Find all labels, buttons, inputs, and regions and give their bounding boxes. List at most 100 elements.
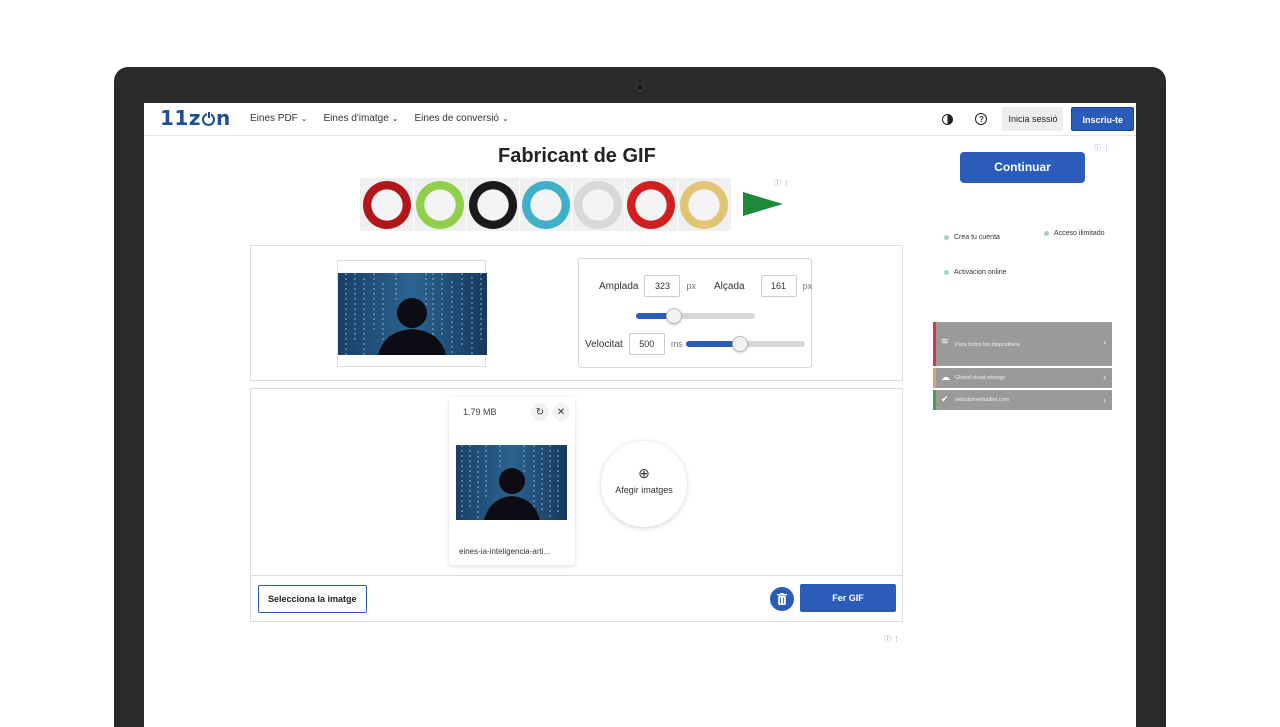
feature-item: Crea tu cuenta: [944, 234, 1000, 241]
height-unit: px: [802, 281, 813, 291]
help-button[interactable]: ?: [968, 106, 994, 132]
header-actions: ? Inicia sessió Inscriu-te: [934, 106, 1134, 132]
plate-disc: [468, 181, 517, 229]
plus-circle-icon: ⊕: [638, 465, 650, 481]
page-title: Fabricant de GIF: [498, 145, 656, 167]
speed-label: Velocitat: [585, 338, 623, 350]
side-ad-row[interactable]: ☁ Global cloud storage ›: [933, 368, 1112, 388]
help-icon: ?: [975, 113, 988, 125]
gif-preview: [337, 260, 487, 367]
speed-unit: ms: [670, 339, 683, 349]
images-panel: 1.79 MB ↻ ✕ eines-ia-inteligencia-arti..…: [250, 388, 903, 622]
plate-disc: [521, 181, 570, 229]
row-label: webstorrentoutlet.com: [955, 397, 1010, 403]
bullet-dot: [1044, 231, 1049, 236]
ad-info-icon[interactable]: ⓘ ⋮: [884, 634, 900, 644]
size-slider[interactable]: [636, 308, 755, 324]
trash-icon: [777, 593, 787, 605]
row-accent: [933, 390, 936, 410]
contrast-icon: [941, 113, 953, 125]
ad-banner-plates[interactable]: [360, 178, 731, 231]
file-size: 1.79 MB: [463, 407, 497, 417]
speed-input[interactable]: 500: [628, 333, 665, 355]
dimensions-row: Amplada 323 px Alçada 161 px: [599, 275, 812, 297]
bullet-dot: [944, 270, 949, 275]
make-gif-button[interactable]: Fer GIF: [800, 584, 896, 612]
row-label: Para todos los dispositivos: [955, 342, 1021, 348]
height-label: Alçada: [713, 280, 745, 292]
logo[interactable]: 11z n: [160, 106, 231, 130]
side-ad-row[interactable]: ✔ webstorrentoutlet.com ›: [933, 390, 1112, 410]
action-bar: Selecciona la imatge Fer GIF: [251, 575, 902, 622]
theme-toggle-button[interactable]: [934, 106, 960, 132]
chevron-right-icon: ›: [1103, 395, 1106, 405]
check-circle-icon: ✔: [941, 394, 949, 404]
main-nav: Eines PDF ⌄ Eines d'imatge ⌄ Eines de conv…: [250, 113, 509, 124]
top-navbar: 11z n Eines PDF ⌄ Eines d'imatge ⌄ Eines de…: [144, 103, 1136, 136]
cloud-icon: ☁: [941, 372, 950, 382]
screen: 11z n Eines PDF ⌄ Eines d'imatge ⌄ Eines de…: [144, 103, 1136, 727]
feature-label: Acceso ilimitado: [1054, 230, 1105, 237]
laptop-frame: 11z n Eines PDF ⌄ Eines d'imatge ⌄ Eines de…: [114, 67, 1166, 727]
side-ad-row[interactable]: ≋ Para todos los dispositivos ›: [933, 322, 1112, 366]
speed-row: Velocitat 500 ms: [585, 333, 683, 355]
delete-all-button[interactable]: [770, 587, 794, 611]
file-name: eines-ia-inteligencia-arti...: [459, 547, 551, 556]
file-card[interactable]: 1.79 MB ↻ ✕ eines-ia-inteligencia-arti..…: [449, 397, 575, 565]
row-accent: [933, 322, 936, 366]
preview-image: [338, 273, 487, 355]
rotate-icon[interactable]: ↻: [531, 403, 549, 421]
plate-disc: [362, 181, 411, 229]
height-input[interactable]: 161: [760, 275, 797, 297]
nav-label: Eines de conversió: [414, 113, 499, 124]
width-input[interactable]: 323: [644, 275, 681, 297]
ad-plate-image: [519, 179, 572, 231]
slider-handle[interactable]: [731, 336, 748, 352]
chevron-right-icon: ›: [1103, 337, 1106, 347]
plate-disc: [574, 181, 623, 229]
select-image-button[interactable]: Selecciona la imatge: [258, 585, 367, 613]
row-label: Global cloud storage: [955, 375, 1006, 381]
row-accent: [933, 368, 936, 388]
continue-button[interactable]: Continuar: [960, 152, 1085, 183]
login-button[interactable]: Inicia sessió: [1002, 107, 1064, 131]
size-speed-controls: Amplada 323 px Alçada 161 px Velocitat 5…: [578, 258, 812, 368]
plate-disc: [627, 181, 676, 229]
nav-label: Eines PDF: [250, 113, 298, 124]
plate-disc: [680, 181, 729, 229]
gif-settings-panel: Amplada 323 px Alçada 161 px Velocitat 5…: [250, 245, 903, 381]
nav-image-tools[interactable]: Eines d'imatge ⌄: [324, 113, 399, 124]
nav-label: Eines d'imatge: [323, 113, 389, 124]
ad-plate-image: [413, 179, 466, 231]
ad-plate-image: [466, 179, 519, 231]
ad-plate-image: [678, 179, 731, 231]
plate-disc: [415, 181, 464, 229]
camera-dot: [636, 83, 644, 91]
feature-label: Crea tu cuenta: [954, 234, 1000, 241]
ad-info-icon[interactable]: ⓘ ⋮: [774, 178, 790, 188]
bullet-dot: [944, 235, 949, 240]
ad-info-icon[interactable]: ⓘ ⋮: [1094, 143, 1110, 153]
feature-item: Activacion online: [944, 269, 1007, 276]
add-images-label: Afegir imatges: [615, 485, 673, 495]
chevron-right-icon: ›: [1103, 372, 1106, 382]
signup-button[interactable]: Inscriu-te: [1071, 107, 1134, 131]
width-unit: px: [686, 281, 696, 291]
chevron-down-icon: ⌄: [300, 114, 308, 123]
ad-plate-image: [361, 179, 413, 231]
nav-conversion-tools[interactable]: Eines de conversió ⌄: [414, 113, 508, 124]
add-images-button[interactable]: ⊕ Afegir imatges: [601, 441, 687, 527]
feature-label: Activacion online: [954, 269, 1007, 276]
speed-slider[interactable]: [686, 336, 805, 352]
ad-plate-image: [572, 179, 625, 231]
nav-pdf-tools[interactable]: Eines PDF ⌄: [250, 113, 308, 124]
slider-handle[interactable]: [666, 308, 683, 324]
chevron-down-icon: ⌄: [501, 114, 509, 123]
width-label: Amplada: [599, 280, 639, 292]
feature-item: Acceso ilimitado: [1044, 230, 1105, 237]
wifi-icon: ≋: [941, 336, 949, 346]
ad-plate-image: [625, 179, 678, 231]
play-arrow-icon[interactable]: [743, 192, 783, 216]
chevron-down-icon: ⌄: [391, 114, 399, 123]
close-icon[interactable]: ✕: [552, 403, 570, 421]
